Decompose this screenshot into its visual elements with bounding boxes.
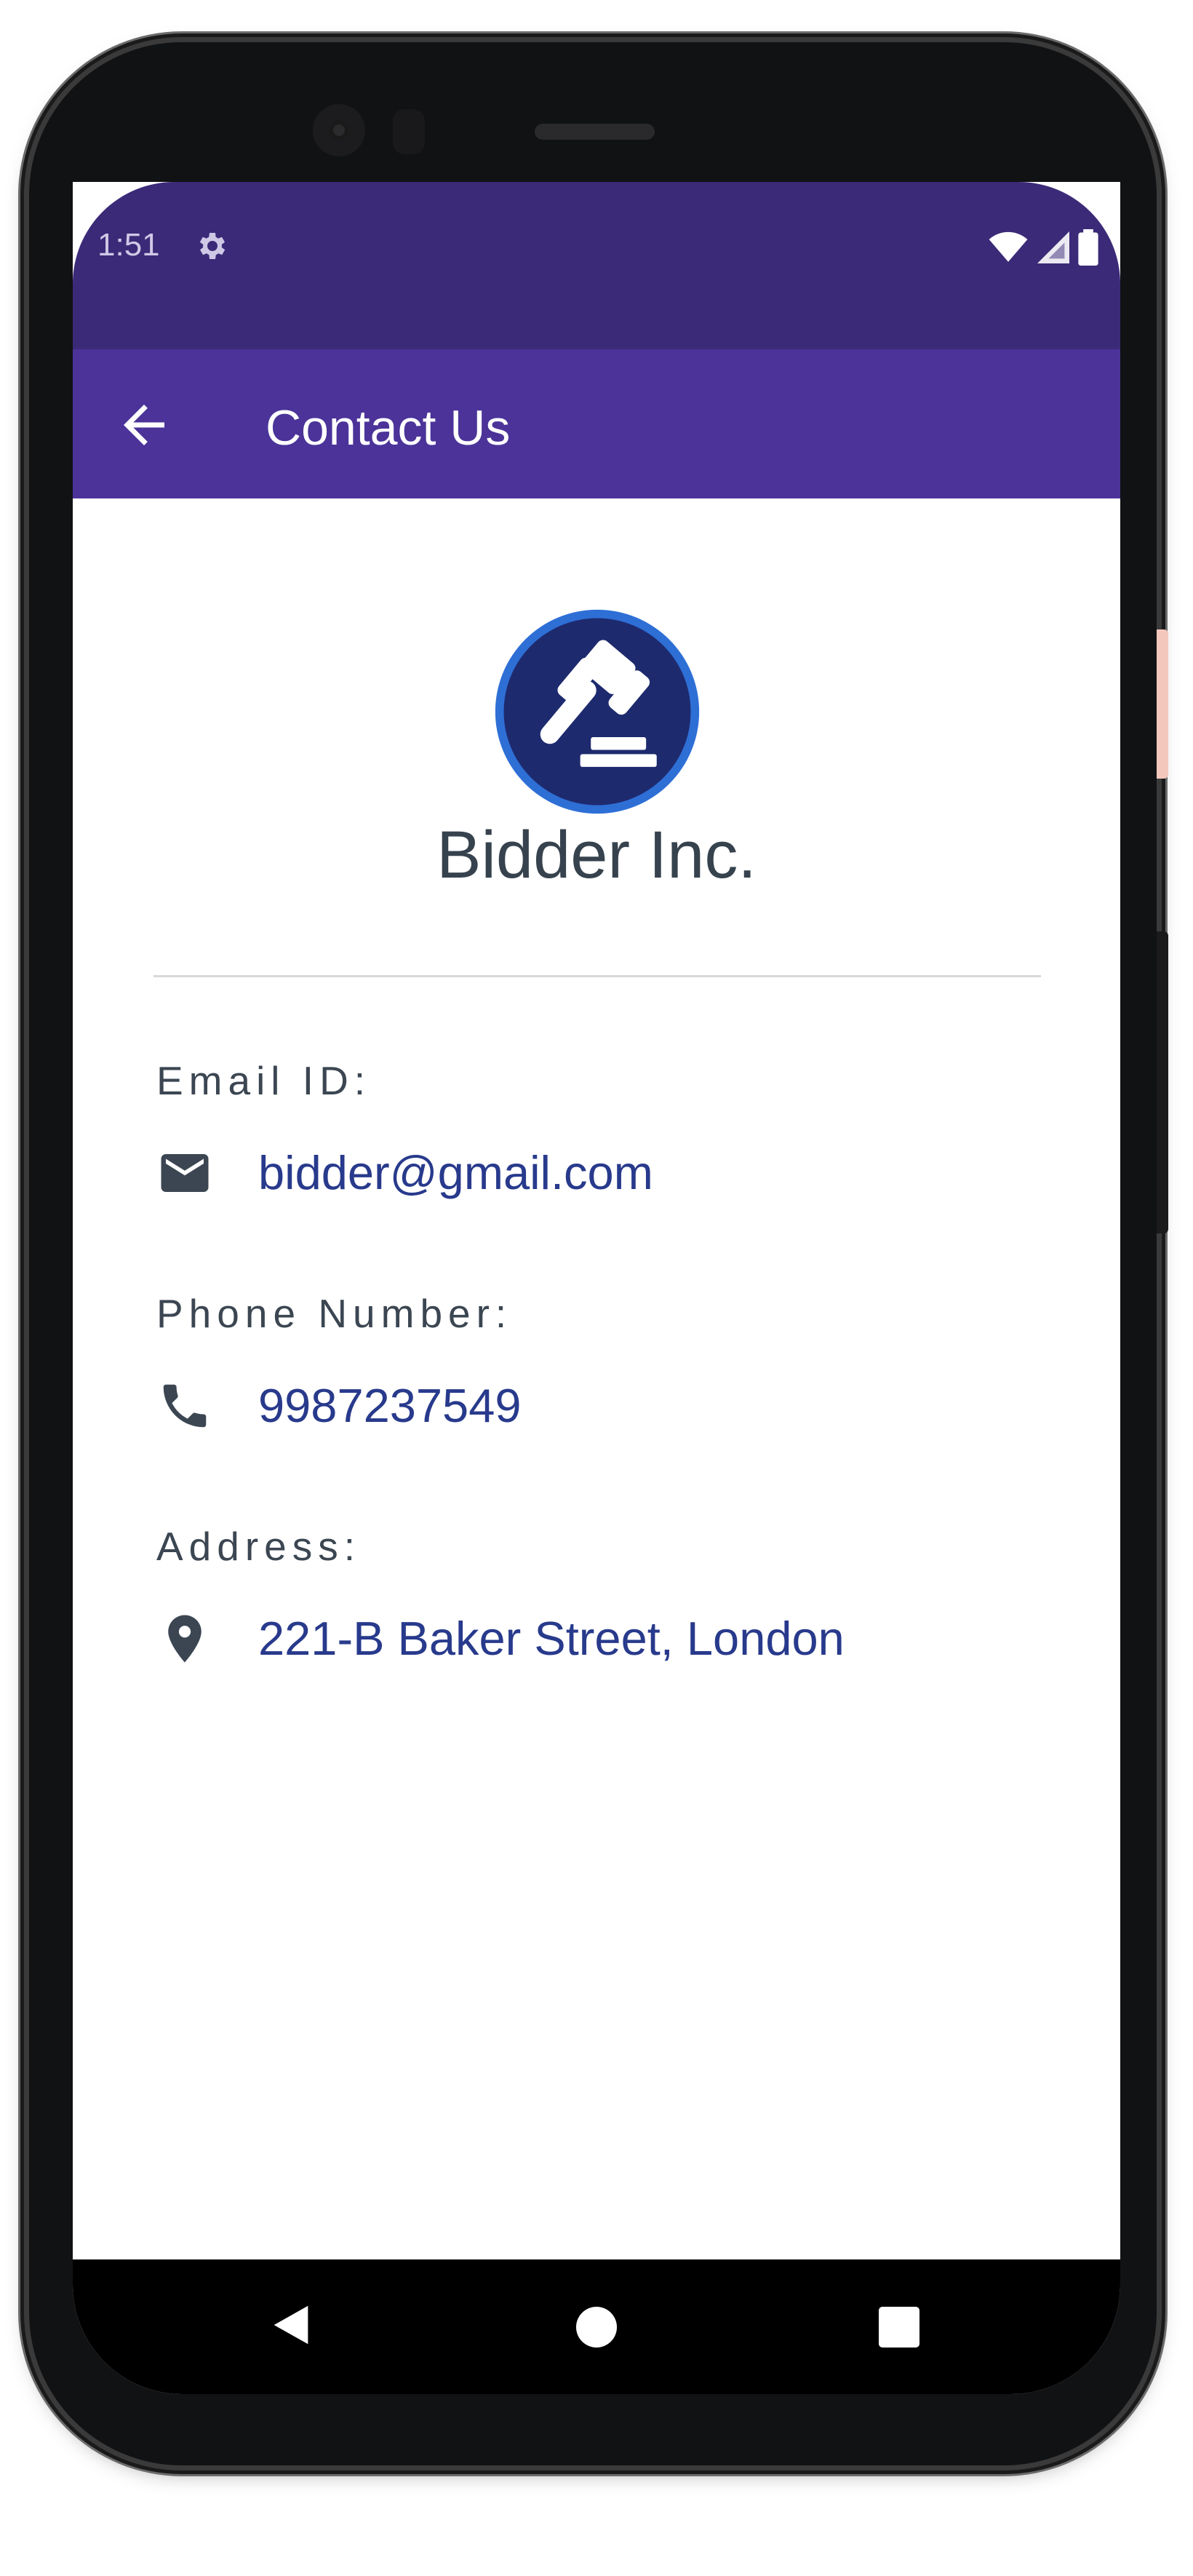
page-title: Contact Us (266, 400, 511, 456)
contact-content: Bidder Inc. Email ID: bidder@gmail.com P… (73, 498, 1120, 2259)
status-bar: 1:51 (73, 182, 1120, 349)
location-pin-icon (168, 1615, 202, 1663)
gavel-icon (495, 609, 700, 814)
email-value[interactable]: bidder@gmail.com (258, 1144, 653, 1202)
navigation-bar (73, 2259, 1120, 2394)
address-row[interactable]: 221-B Baker Street, London (156, 1606, 845, 1671)
mail-icon (161, 1154, 209, 1192)
status-icons (988, 229, 1098, 266)
signal-icon (1037, 231, 1069, 263)
phone-label: Phone Number: (156, 1291, 513, 1336)
address-value[interactable]: 221-B Baker Street, London (258, 1610, 845, 1668)
phone-icon (163, 1384, 207, 1428)
front-camera-icon (313, 104, 365, 156)
phone-row[interactable]: 9987237549 (156, 1373, 522, 1439)
wifi-icon (989, 231, 1028, 262)
address-label: Address: (156, 1524, 362, 1569)
gear-icon (199, 233, 226, 259)
sensor (393, 109, 425, 154)
battery-icon (1078, 229, 1098, 266)
nav-recents-icon[interactable] (879, 2307, 919, 2348)
company-name: Bidder Inc. (436, 818, 757, 892)
app-bar: Contact Us (73, 349, 1120, 498)
screen: 1:51 Contact Us Bidder Inc. Email ID: bi… (73, 182, 1120, 2394)
divider (153, 975, 1041, 977)
earpiece-speaker (535, 124, 655, 140)
volume-button (1157, 931, 1168, 1233)
power-button (1157, 629, 1168, 779)
nav-home-icon[interactable] (576, 2307, 617, 2348)
nav-back-icon[interactable] (266, 2299, 316, 2350)
phone-value[interactable]: 9987237549 (258, 1377, 522, 1435)
status-time: 1:51 (97, 227, 160, 263)
email-label: Email ID: (156, 1058, 372, 1103)
arrow-left-icon[interactable] (113, 394, 175, 456)
email-row[interactable]: bidder@gmail.com (156, 1140, 653, 1206)
